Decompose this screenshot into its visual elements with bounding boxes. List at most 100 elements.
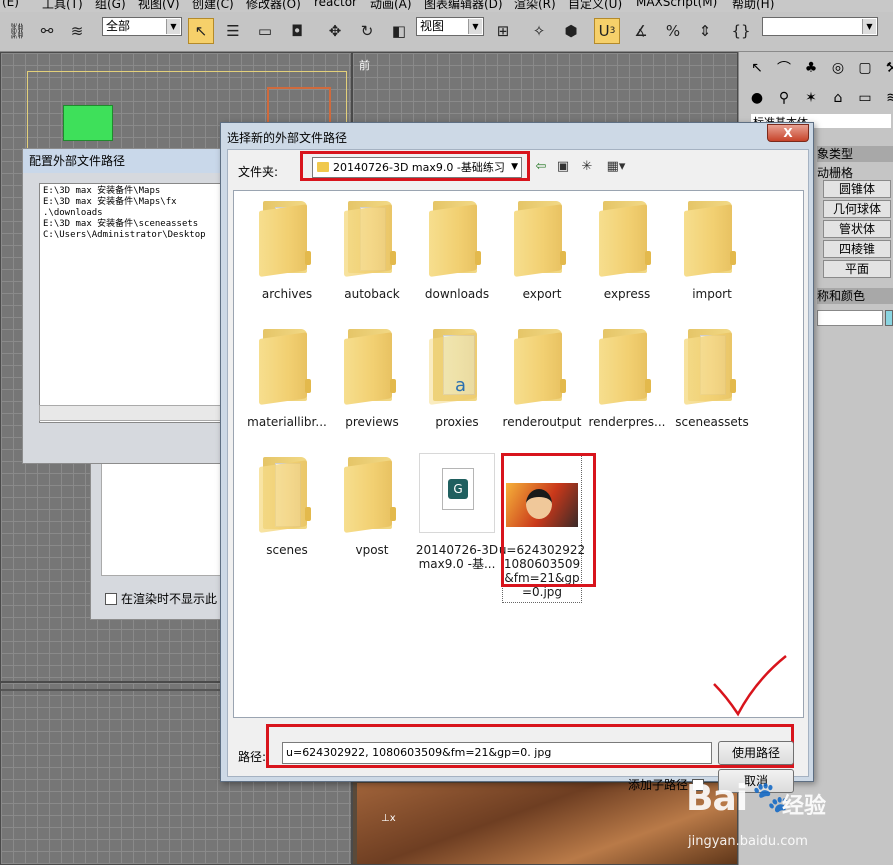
paths-list[interactable]: E:\3D max 安装备件\Maps E:\3D max 安装备件\Maps\… xyxy=(39,183,249,423)
menu-group[interactable]: 组(G) xyxy=(95,0,126,12)
select-object-icon[interactable]: ↖ xyxy=(188,18,214,44)
folder-icon xyxy=(429,201,485,277)
menu-edit[interactable]: (E) xyxy=(2,0,19,9)
spinner-snap-icon[interactable]: ⇕ xyxy=(692,18,718,44)
menu-help[interactable]: 帮助(H) xyxy=(732,0,774,12)
folder-icon xyxy=(514,329,570,405)
checkmark-annotation xyxy=(713,655,787,717)
path-input[interactable]: u=624302922, 1080603509&fm=21&gp=0. jpg xyxy=(282,742,712,764)
folder-icon xyxy=(684,201,740,277)
section-name-color[interactable]: 称和颜色 xyxy=(817,288,893,304)
dialog-title: 选择新的外部文件路径 xyxy=(227,131,348,145)
list-item[interactable]: .\downloads xyxy=(43,208,245,219)
object-name-input[interactable] xyxy=(817,310,883,326)
folder-icon xyxy=(514,201,570,277)
folder-icon xyxy=(684,329,740,405)
autogrid-label[interactable]: 动栅格 xyxy=(817,164,853,181)
menu-graph-editors[interactable]: 图表编辑器(D) xyxy=(424,0,503,12)
folder-icon xyxy=(259,329,315,405)
select-link-icon[interactable]: ⛓ xyxy=(4,18,30,44)
plane-button[interactable]: 平面 xyxy=(823,260,891,278)
reference-coord-dropdown[interactable]: 视图 ▼ xyxy=(416,17,484,36)
angle-snap-icon[interactable]: ∡ xyxy=(628,18,654,44)
display-tab-icon[interactable]: ▢ xyxy=(853,56,877,80)
menu-customize[interactable]: 自定义(U) xyxy=(568,0,622,12)
geometry-icon[interactable]: ● xyxy=(745,86,769,110)
select-manipulate-icon[interactable]: ✧ xyxy=(526,18,552,44)
utilities-tab-icon[interactable]: ⚒ xyxy=(880,56,893,80)
cone-button[interactable]: 圆锥体 xyxy=(823,180,891,198)
rect-selection-icon[interactable]: ▭ xyxy=(252,18,278,44)
move-icon[interactable]: ✥ xyxy=(322,18,348,44)
percent-snap-icon[interactable]: % xyxy=(660,18,686,44)
new-folder-icon[interactable]: ✳ xyxy=(578,159,596,175)
tube-button[interactable]: 管状体 xyxy=(823,220,891,238)
back-icon[interactable]: ⇦ xyxy=(532,159,550,175)
file-list[interactable]: archives autoback downloads export expre… xyxy=(233,190,804,718)
render-hide-checkbox[interactable] xyxy=(105,593,117,605)
selection-filter-dropdown[interactable]: 全部 ▼ xyxy=(102,17,182,36)
menu-maxscript[interactable]: MAXScript(M) xyxy=(636,0,717,9)
render-hide-option[interactable]: 在渲染时不显示此 xyxy=(105,590,217,607)
menu-animation[interactable]: 动画(A) xyxy=(370,0,412,12)
paths-list-scrollbar[interactable] xyxy=(39,405,249,421)
unlink-icon[interactable]: ⚯ xyxy=(34,18,60,44)
pyramid-button[interactable]: 四棱锥 xyxy=(823,240,891,258)
folder-sheet-icon: a xyxy=(429,329,485,405)
create-categories: ● ⚲ ✶ ⌂ ▭ ≋ xyxy=(745,86,893,112)
scene-floor xyxy=(357,783,737,864)
object-color-swatch[interactable] xyxy=(885,310,893,326)
cameras-icon[interactable]: ⌂ xyxy=(826,86,850,110)
chevron-down-icon: ▼ xyxy=(862,19,876,34)
scale-icon[interactable]: ◧ xyxy=(386,18,412,44)
rotate-icon[interactable]: ↻ xyxy=(354,18,380,44)
geosphere-button[interactable]: 几何球体 xyxy=(823,200,891,218)
viewport-label: 前 xyxy=(359,59,370,72)
menu-create[interactable]: 创建(C) xyxy=(192,0,234,12)
create-tab-icon[interactable]: ↖ xyxy=(745,56,769,80)
named-selection-dropdown[interactable]: ▼ xyxy=(762,17,878,36)
watermark-logo: Bai xyxy=(686,778,748,819)
watermark-url: jingyan.baidu.com xyxy=(688,834,808,849)
select-by-name-icon[interactable]: ☰ xyxy=(220,18,246,44)
path-label: 路径: xyxy=(238,750,267,764)
bind-space-warp-icon[interactable]: ≋ xyxy=(64,18,90,44)
shapes-icon[interactable]: ⚲ xyxy=(772,86,796,110)
menu-reactor[interactable]: reactor xyxy=(314,0,357,9)
pivot-center-icon[interactable]: ⊞ xyxy=(490,18,516,44)
use-path-button[interactable]: 使用路径 xyxy=(718,741,794,765)
menu-tools[interactable]: 工具(T) xyxy=(42,0,83,12)
spacewarps-icon[interactable]: ≋ xyxy=(880,86,893,110)
motion-tab-icon[interactable]: ◎ xyxy=(826,56,850,80)
main-toolbar: ⛓ ⚯ ≋ 全部 ▼ ↖ ☰ ▭ ◘ ✥ ↻ ◧ 视图 ▼ ⊞ ✧ ⬢ U3 ∡ %… xyxy=(0,12,893,52)
list-item[interactable]: E:\3D max 安装备件\Maps xyxy=(43,186,245,197)
helpers-icon[interactable]: ▭ xyxy=(853,86,877,110)
menu-rendering[interactable]: 渲染(R) xyxy=(514,0,556,12)
section-object-type[interactable]: 象类型 xyxy=(817,146,893,162)
up-folder-icon[interactable]: ▣ xyxy=(554,159,572,175)
folder-icon xyxy=(259,201,315,277)
configure-paths-lower-panel: 在渲染时不显示此 xyxy=(90,464,230,620)
menu-modifiers[interactable]: 修改器(O) xyxy=(246,0,301,12)
list-item[interactable]: E:\3D max 安装备件\sceneassets xyxy=(43,219,245,230)
lights-icon[interactable]: ✶ xyxy=(799,86,823,110)
hierarchy-tab-icon[interactable]: ♣ xyxy=(799,56,823,80)
edit-named-selection-icon[interactable]: {} xyxy=(728,18,754,44)
folder-highlight-box xyxy=(300,151,530,181)
list-item[interactable]: C:\Users\Administrator\Desktop xyxy=(43,230,245,241)
view-menu-icon[interactable]: ▦▾ xyxy=(602,159,630,175)
menu-views[interactable]: 视图(V) xyxy=(138,0,180,12)
list-item[interactable]: E:\3D max 安装备件\Maps\fx xyxy=(43,197,245,208)
keyboard-shortcut-icon[interactable]: ⬢ xyxy=(558,18,584,44)
baidu-watermark: Bai 🐾 经验 jingyan.baidu.com xyxy=(686,770,886,860)
folder-icon xyxy=(599,201,655,277)
axis-gizmo-icon: ⊥x xyxy=(381,813,396,824)
chevron-down-icon: ▼ xyxy=(468,19,482,34)
snap-toggle-icon[interactable]: U3 xyxy=(594,18,620,44)
lower-list xyxy=(101,464,221,576)
max-logo-icon: G xyxy=(448,479,468,499)
modify-tab-icon[interactable]: ⌒ xyxy=(772,56,796,80)
max-file-thumbnail: G xyxy=(419,453,495,533)
close-button[interactable]: X xyxy=(767,124,809,142)
window-crossing-icon[interactable]: ◘ xyxy=(284,18,310,44)
